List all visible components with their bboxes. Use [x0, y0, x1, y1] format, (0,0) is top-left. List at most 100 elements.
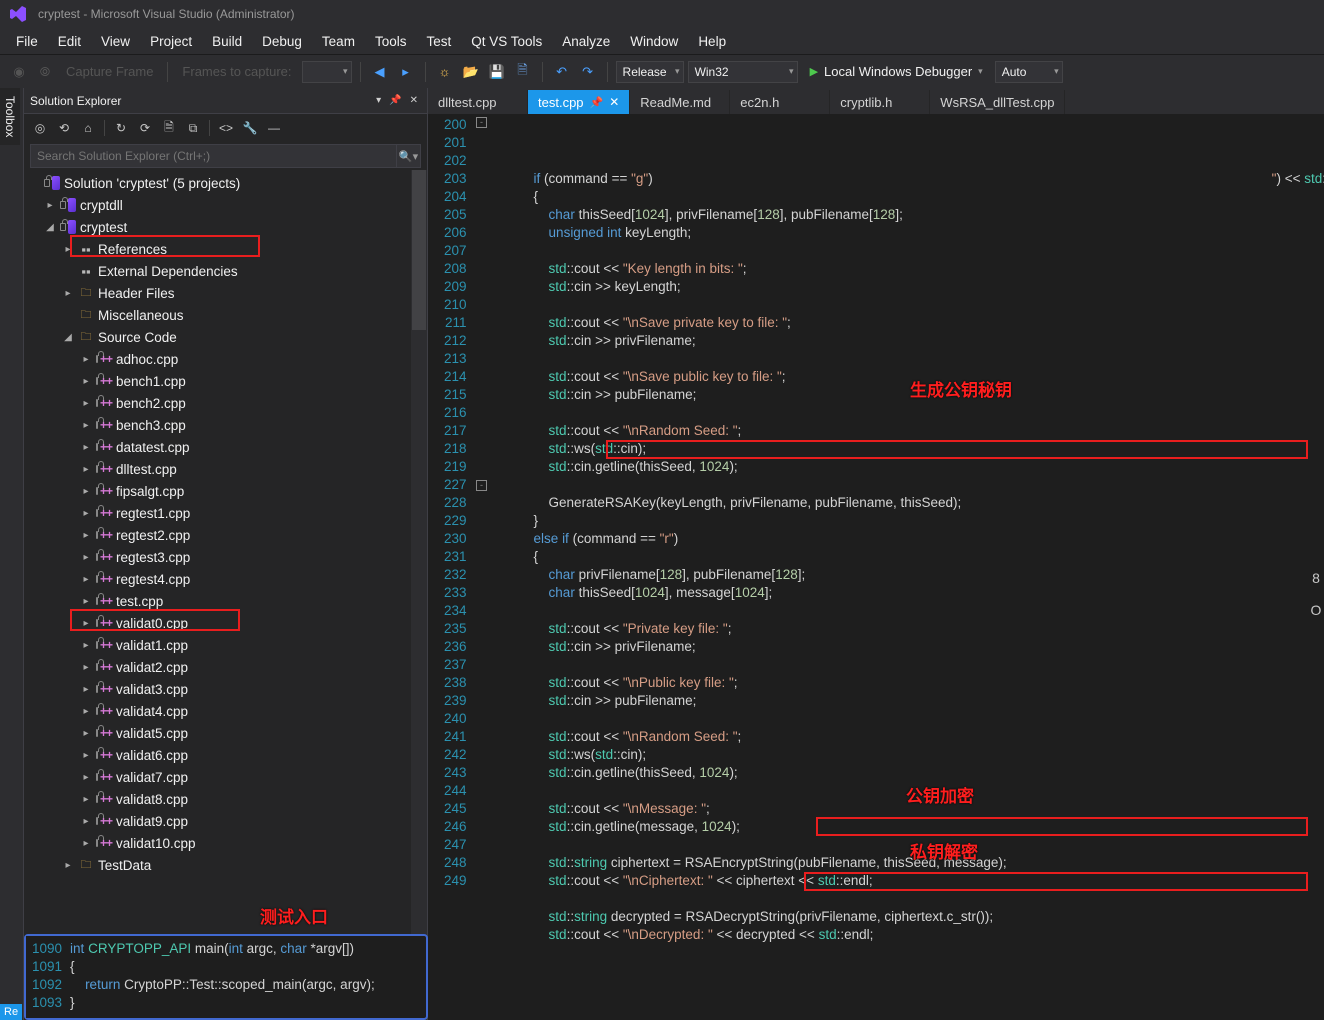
tab-WsRSA_dllTest-cpp[interactable]: WsRSA_dllTest.cpp: [930, 90, 1065, 114]
expander-icon[interactable]: ▸: [80, 838, 92, 849]
tree-item[interactable]: ▪▪External Dependencies: [24, 260, 427, 282]
tree-item[interactable]: ▸++bench1.cpp: [24, 370, 427, 392]
menu-qtvstools[interactable]: Qt VS Tools: [461, 30, 552, 53]
tree-item[interactable]: ▸++validat3.cpp: [24, 678, 427, 700]
expander-icon[interactable]: ▸: [80, 706, 92, 717]
tree-item[interactable]: ▸++regtest2.cpp: [24, 524, 427, 546]
platform-select[interactable]: Win32: [688, 61, 798, 83]
menu-edit[interactable]: Edit: [48, 30, 91, 53]
expander-icon[interactable]: ▸: [80, 354, 92, 365]
menu-team[interactable]: Team: [312, 30, 365, 53]
expander-icon[interactable]: ▸: [80, 794, 92, 805]
toolbox-tab[interactable]: Toolbox: [0, 88, 20, 145]
expander-icon[interactable]: ▸: [80, 530, 92, 541]
tree-item[interactable]: ▸++fipsalgt.cpp: [24, 480, 427, 502]
expander-icon[interactable]: ▸: [62, 860, 74, 871]
expander-icon[interactable]: ◢: [44, 222, 56, 233]
tree-item[interactable]: ▸++regtest1.cpp: [24, 502, 427, 524]
expander-icon[interactable]: [62, 310, 74, 321]
tree-item[interactable]: ▸++bench2.cpp: [24, 392, 427, 414]
copy-icon[interactable]: ⧉: [183, 118, 203, 138]
tree-item[interactable]: ▸++bench3.cpp: [24, 414, 427, 436]
code-icon[interactable]: <>: [216, 118, 236, 138]
tree-item[interactable]: ▸cryptdll: [24, 194, 427, 216]
tree-item[interactable]: ◢cryptest: [24, 216, 427, 238]
menu-test[interactable]: Test: [416, 30, 461, 53]
pin-icon[interactable]: 📌: [386, 93, 404, 108]
config-select[interactable]: Release: [616, 61, 684, 83]
redo-icon[interactable]: ↷: [577, 61, 599, 83]
tree-item[interactable]: ▸++validat1.cpp: [24, 634, 427, 656]
code-area[interactable]: 2002012022032042052062072082092102112122…: [428, 114, 1324, 1020]
open-icon[interactable]: 📂: [460, 61, 482, 83]
sync-icon[interactable]: ⟳: [135, 118, 155, 138]
menu-view[interactable]: View: [91, 30, 140, 53]
expander-icon[interactable]: ▸: [80, 596, 92, 607]
expander-icon[interactable]: ▸: [80, 442, 92, 453]
tree-item[interactable]: ▸++adhoc.cpp: [24, 348, 427, 370]
code-content[interactable]: ") << std: if (command == "g") { char th…: [489, 114, 1324, 1020]
expander-icon[interactable]: ▸: [80, 640, 92, 651]
expander-icon[interactable]: ▸: [44, 200, 56, 211]
tree-item[interactable]: ▸++datatest.cpp: [24, 436, 427, 458]
tree-item[interactable]: ▸++validat7.cpp: [24, 766, 427, 788]
expander-icon[interactable]: ▸: [62, 244, 74, 255]
expander-icon[interactable]: [62, 266, 74, 277]
tree-item[interactable]: ▸🗀Header Files: [24, 282, 427, 304]
tree-item[interactable]: ▸++validat2.cpp: [24, 656, 427, 678]
dropdown-icon[interactable]: ▾: [373, 93, 384, 108]
tree-item[interactable]: ▸++validat4.cpp: [24, 700, 427, 722]
menu-window[interactable]: Window: [620, 30, 688, 53]
search-input[interactable]: [30, 144, 397, 168]
expander-icon[interactable]: ▸: [80, 486, 92, 497]
menu-project[interactable]: Project: [140, 30, 202, 53]
file-icon[interactable]: 🗎: [159, 118, 179, 138]
nav-back-icon[interactable]: ◀: [369, 61, 391, 83]
nav-fwd-icon[interactable]: ▸: [395, 61, 417, 83]
tree-item[interactable]: ▸++validat6.cpp: [24, 744, 427, 766]
search-button[interactable]: 🔍▾: [397, 144, 421, 168]
tree-item[interactable]: ◢🗀Source Code: [24, 326, 427, 348]
undo-icon[interactable]: ↶: [551, 61, 573, 83]
menu-tools[interactable]: Tools: [365, 30, 417, 53]
close-icon[interactable]: ✕: [407, 93, 421, 108]
tree-item[interactable]: ▸++validat8.cpp: [24, 788, 427, 810]
expander-icon[interactable]: ▸: [80, 728, 92, 739]
expander-icon[interactable]: ▸: [80, 420, 92, 431]
horizontal-icon[interactable]: —: [264, 118, 284, 138]
tree-item[interactable]: ▸▪▪References: [24, 238, 427, 260]
tab-dlltest-cpp[interactable]: dlltest.cpp: [428, 90, 528, 114]
tree-item[interactable]: ▸++validat10.cpp: [24, 832, 427, 854]
refresh-icon[interactable]: ↻: [111, 118, 131, 138]
fold-column[interactable]: --: [475, 114, 489, 1020]
expander-icon[interactable]: ▸: [80, 684, 92, 695]
expander-icon[interactable]: ▸: [80, 750, 92, 761]
expander-icon[interactable]: ▸: [80, 376, 92, 387]
close-icon[interactable]: ✕: [609, 95, 619, 109]
tree-item[interactable]: ▸++dlltest.cpp: [24, 458, 427, 480]
expander-icon[interactable]: ▸: [62, 288, 74, 299]
auto-select[interactable]: Auto: [995, 61, 1063, 83]
tab-test-cpp[interactable]: test.cpp📌✕: [528, 90, 630, 114]
tree-item[interactable]: ▸++regtest4.cpp: [24, 568, 427, 590]
tree-item[interactable]: ▸++validat9.cpp: [24, 810, 427, 832]
expander-icon[interactable]: ▸: [80, 464, 92, 475]
home-icon[interactable]: ◎: [30, 118, 50, 138]
expander-icon[interactable]: ▸: [80, 662, 92, 673]
tree-item[interactable]: 🗀Miscellaneous: [24, 304, 427, 326]
tab-cryptlib-h[interactable]: cryptlib.h: [830, 90, 930, 114]
start-debug-button[interactable]: ▶ Local Windows Debugger ▾: [802, 60, 991, 84]
solution-node[interactable]: Solution 'cryptest' (5 projects): [24, 172, 427, 194]
expander-icon[interactable]: ▸: [80, 508, 92, 519]
tree-item[interactable]: ▸++validat0.cpp: [24, 612, 427, 634]
tab-ec2n-h[interactable]: ec2n.h: [730, 90, 830, 114]
menu-debug[interactable]: Debug: [252, 30, 312, 53]
expander-icon[interactable]: [28, 178, 40, 189]
expander-icon[interactable]: ▸: [80, 398, 92, 409]
tree-item[interactable]: ▸🗀TestData: [24, 854, 427, 876]
menu-help[interactable]: Help: [688, 30, 736, 53]
expander-icon[interactable]: ▸: [80, 618, 92, 629]
save-all-icon[interactable]: 🗎: [512, 61, 534, 83]
expander-icon[interactable]: ▸: [80, 816, 92, 827]
solution-tree[interactable]: Solution 'cryptest' (5 projects) ▸cryptd…: [24, 170, 427, 1020]
